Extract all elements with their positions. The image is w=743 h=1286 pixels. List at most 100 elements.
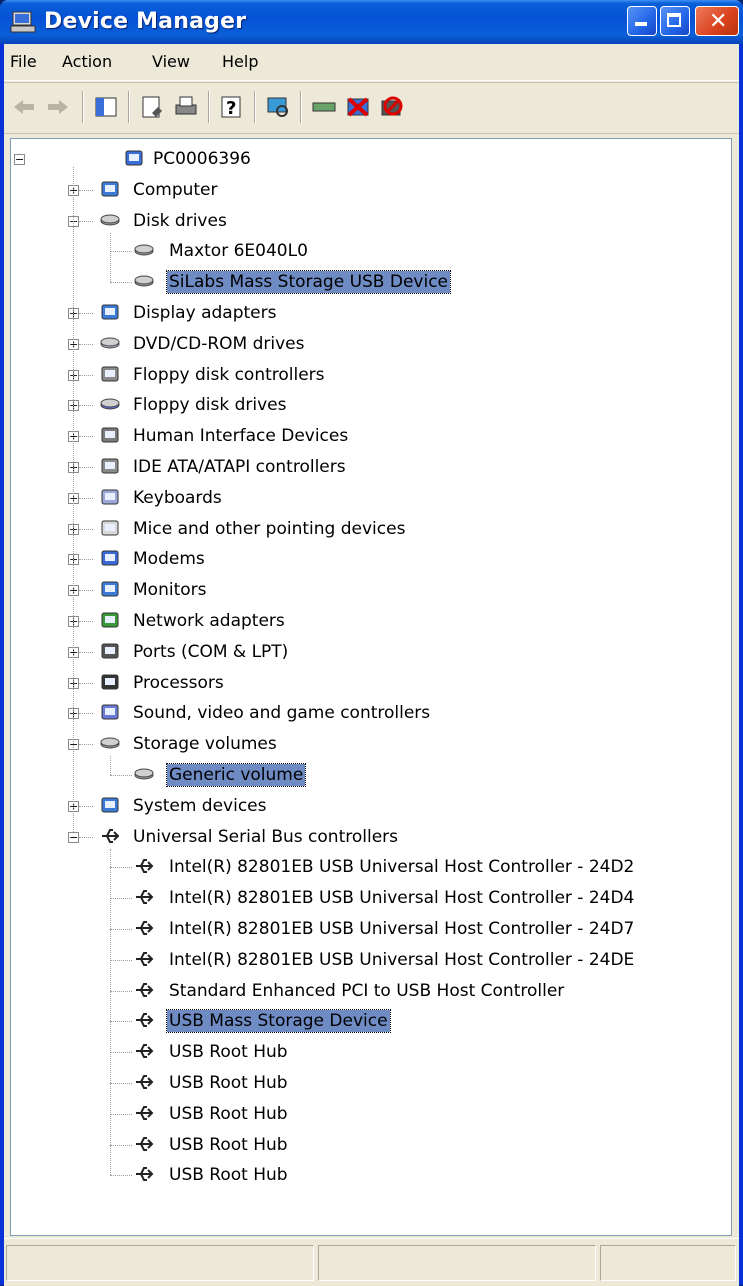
tree-category[interactable]: Mice and other pointing devices [11,515,731,543]
tree-item-label: IDE ATA/ATAPI controllers [133,457,346,477]
tree-category[interactable]: Processors [11,669,731,697]
tree-category[interactable]: Keyboards [11,484,731,512]
tree-category[interactable]: Network adapters [11,607,731,635]
status-pane [318,1245,596,1281]
tree-item-label: DVD/CD-ROM drives [133,333,305,354]
tree-root[interactable]: PC0006396 [11,145,731,173]
status-pane [6,1245,314,1281]
back-arrow-icon[interactable] [10,93,38,121]
tree-item-label: Modems [133,549,205,570]
tree-item-label: Computer [133,179,218,200]
title-bar[interactable]: Device Manager ✕ [0,0,743,44]
tree-category[interactable]: System devices [11,792,731,820]
device-tree[interactable]: − PC0006396 + Computer − Disk drives Maxtor 6E… [10,138,732,1236]
tree-item-label: Standard Enhanced PCI to USB Host Contro… [169,980,565,1001]
tree-item-label: USB Root Hub [169,1073,288,1093]
toolbar: ? [4,82,739,134]
update-driver-icon[interactable] [310,93,338,121]
device-manager-icon [10,11,36,33]
help-icon[interactable]: ? [218,93,246,121]
tree-item-label: Floppy disk controllers [133,364,325,385]
close-button[interactable]: ✕ [695,6,739,36]
tree-item-label: Network adapters [133,611,285,631]
toolbar-separator [254,91,256,123]
tree-item-label: SiLabs Mass Storage USB Device [165,270,452,295]
root-icon [125,150,143,166]
toolbar-separator [82,91,84,123]
tree-category[interactable]: Ports (COM & LPT) [11,638,731,666]
tree-item-label: Processors [133,672,224,693]
properties-icon[interactable] [138,93,166,121]
device-item[interactable]: SiLabs Mass Storage USB Device [11,268,731,296]
device-item[interactable]: Maxtor 6E040L0 [11,237,731,265]
tree-item-label: Ports (COM & LPT) [133,641,289,662]
device-item[interactable]: Intel(R) 82801EB USB Universal Host Cont… [11,884,731,912]
status-pane [600,1245,736,1281]
print-icon[interactable] [172,93,200,121]
device-item[interactable]: Standard Enhanced PCI to USB Host Contro… [11,977,731,1005]
tree-category[interactable]: Human Interface Devices [11,422,731,450]
scan-hardware-icon[interactable] [264,93,292,121]
tree-item-label: USB Root Hub [169,1103,288,1124]
disable-icon[interactable] [378,93,406,121]
tree-category[interactable]: Sound, video and game controllers [11,699,731,727]
tree-item-label: Storage volumes [133,734,277,755]
device-item[interactable]: Intel(R) 82801EB USB Universal Host Cont… [11,853,731,881]
menu-file[interactable]: File [10,52,37,71]
tree-item-label: Disk drives [133,210,227,231]
tree-item-label: USB Root Hub [169,1042,288,1063]
menu-help[interactable]: Help [222,52,258,71]
tree-category[interactable]: Computer [11,176,731,204]
show-hide-console-tree-icon[interactable] [92,93,120,121]
tree-item-label: Sound, video and game controllers [133,703,431,724]
tree-connector [110,756,111,775]
device-item[interactable]: USB Root Hub [11,1069,731,1097]
tree-item-label: USB Root Hub [169,1165,288,1186]
uninstall-icon[interactable] [344,93,372,121]
tree-item-label: Intel(R) 82801EB USB Universal Host Cont… [169,949,635,970]
tree-item-label: USB Mass Storage Device [166,1009,391,1034]
minimize-button[interactable] [627,6,657,36]
maximize-button[interactable] [660,6,690,36]
tree-connector [73,167,74,832]
toolbar-separator [128,91,130,123]
device-item[interactable]: USB Root Hub [11,1131,731,1159]
svg-text:?: ? [226,98,236,119]
tree-item-label: Intel(R) 82801EB USB Universal Host Cont… [169,919,635,939]
tree-item-label: Generic volume [165,763,307,787]
device-item[interactable]: Intel(R) 82801EB USB Universal Host Cont… [11,915,731,943]
tree-category[interactable]: Modems [11,545,731,573]
toolbar-separator [300,91,302,123]
tree-item-label: Intel(R) 82801EB USB Universal Host Cont… [169,888,635,909]
tree-category[interactable]: Floppy disk drives [11,391,731,419]
window-title: Device Manager [44,9,247,34]
device-item[interactable]: Intel(R) 82801EB USB Universal Host Cont… [11,946,731,974]
tree-item-label: Mice and other pointing devices [133,518,406,539]
tree-item-label: USB Root Hub [169,1134,288,1155]
tree-item-label: Display adapters [133,303,277,323]
forward-arrow-icon[interactable] [44,93,72,121]
tree-category[interactable]: Storage volumes [11,730,731,758]
tree-category[interactable]: Disk drives [11,207,731,235]
device-item[interactable]: USB Mass Storage Device [11,1007,731,1035]
tree-item-label: Maxtor 6E040L0 [169,241,308,262]
tree-category[interactable]: Monitors [11,576,731,604]
tree-category[interactable]: Universal Serial Bus controllers [11,823,731,851]
device-item[interactable]: USB Root Hub [11,1161,731,1189]
device-item[interactable]: Generic volume [11,761,731,789]
tree-category[interactable]: Display adapters [11,299,731,327]
menu-view[interactable]: View [152,52,190,71]
toolbar-separator [208,91,210,123]
menu-bar: File Action View Help [4,44,739,81]
device-item[interactable]: USB Root Hub [11,1100,731,1128]
tree-item-label: Keyboards [133,487,222,508]
tree-category[interactable]: Floppy disk controllers [11,361,731,389]
menu-action[interactable]: Action [62,52,112,71]
tree-item-label: Floppy disk drives [133,395,287,416]
device-item[interactable]: USB Root Hub [11,1038,731,1066]
tree-category[interactable]: DVD/CD-ROM drives [11,330,731,358]
status-bar [4,1238,739,1286]
tree-item-label: PC0006396 [153,149,251,169]
tree-item-label: Human Interface Devices [133,426,349,447]
tree-category[interactable]: IDE ATA/ATAPI controllers [11,453,731,481]
